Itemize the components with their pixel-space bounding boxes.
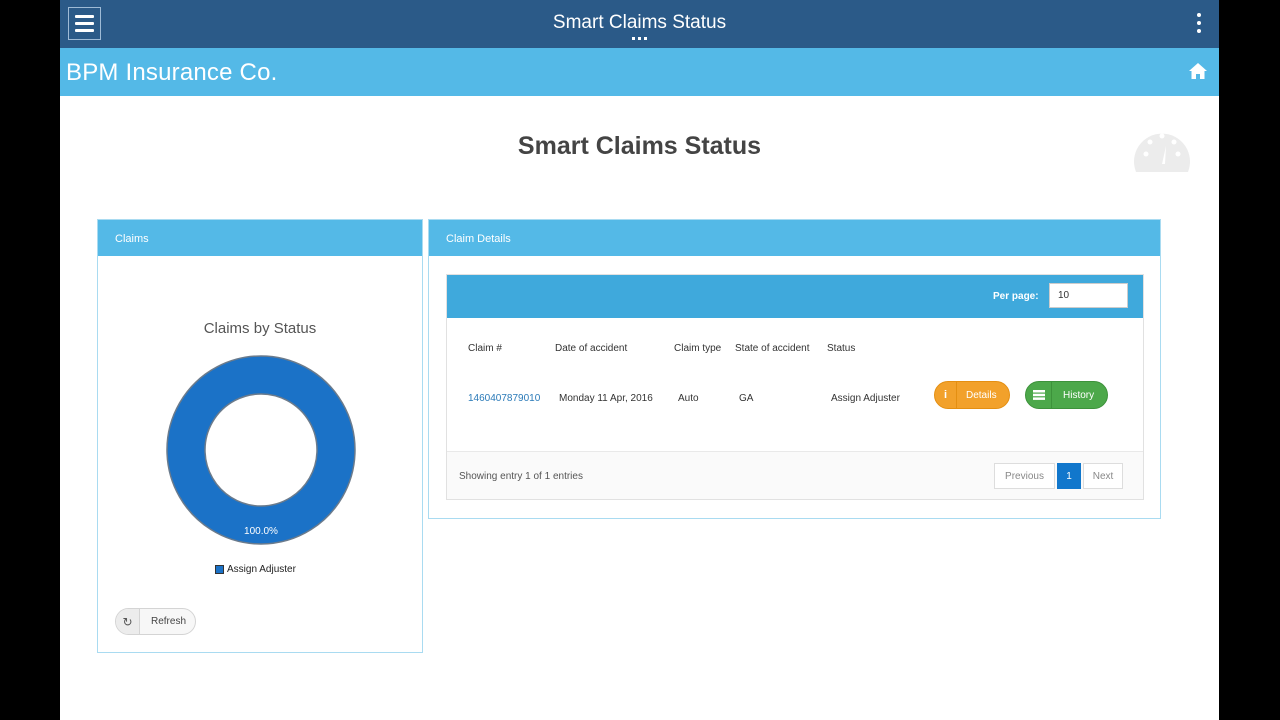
refresh-button[interactable]: ↻ Refresh <box>115 608 196 635</box>
page-title: Smart Claims Status <box>517 132 762 160</box>
home-icon[interactable] <box>1189 63 1207 79</box>
column-header-claim-number[interactable]: Claim # <box>468 343 502 354</box>
details-button[interactable]: i Details <box>934 381 1010 409</box>
donut-slice[interactable] <box>166 355 356 545</box>
previous-page-button[interactable]: Previous <box>994 463 1055 489</box>
claim-details-header: Claim Details <box>429 220 1160 256</box>
list-icon <box>1026 381 1052 409</box>
history-label: History <box>1063 389 1095 401</box>
title-dropdown-indicator[interactable] <box>632 37 647 40</box>
claim-status: Assign Adjuster <box>831 393 900 404</box>
app-bar: Smart Claims Status <box>60 0 1219 48</box>
claims-table: Per page: Claim # Date of accident Claim… <box>446 274 1144 500</box>
claims-panel: Claims Claims by Status 100.0% Assign Ad… <box>97 219 423 653</box>
column-header-state[interactable]: State of accident <box>735 343 810 354</box>
brand-name: BPM Insurance Co. <box>66 59 278 86</box>
details-label: Details <box>966 389 997 401</box>
refresh-label: Refresh <box>151 616 187 627</box>
claims-panel-header: Claims <box>98 220 422 256</box>
column-header-claim-type[interactable]: Claim type <box>674 343 721 354</box>
chart-title: Claims by Status <box>203 320 317 337</box>
legend-swatch <box>215 565 224 574</box>
claim-type: Auto <box>678 393 699 404</box>
claim-details-panel: Claim Details Per page: Claim # Date of … <box>428 219 1161 519</box>
column-header-status[interactable]: Status <box>827 343 855 354</box>
history-button[interactable]: History <box>1025 381 1108 409</box>
next-page-button[interactable]: Next <box>1083 463 1123 489</box>
column-header-date[interactable]: Date of accident <box>555 343 627 354</box>
showing-entries-text: Showing entry 1 of 1 entries <box>459 471 583 482</box>
table-toolbar: Per page: <box>447 275 1143 318</box>
table-footer: Showing entry 1 of 1 entries Previous 1 … <box>447 451 1143 499</box>
app-title: Smart Claims Status <box>552 12 727 33</box>
accident-date: Monday 11 Apr, 2016 <box>559 393 653 404</box>
accident-state: GA <box>739 393 754 404</box>
legend-label: Assign Adjuster <box>227 564 296 575</box>
refresh-icon: ↻ <box>116 609 140 634</box>
claims-donut-chart: 100.0% <box>166 355 356 545</box>
main-content: Smart Claims Status Claims Claims by Sta… <box>60 96 1219 720</box>
brand-bar: BPM Insurance Co. <box>60 48 1219 96</box>
slice-percent-label: 100.0% <box>244 526 278 537</box>
per-page-input[interactable] <box>1049 283 1128 308</box>
pagination: Previous 1 Next <box>994 463 1123 489</box>
per-page-label: Per page: <box>993 291 1039 302</box>
info-icon: i <box>935 381 957 409</box>
more-options-icon[interactable] <box>1197 13 1201 33</box>
claim-number-link[interactable]: 1460407879010 <box>468 393 540 404</box>
dashboard-gauge-icon <box>1134 133 1190 172</box>
chart-legend: Assign Adjuster <box>215 564 296 575</box>
page-1-button[interactable]: 1 <box>1057 463 1081 489</box>
